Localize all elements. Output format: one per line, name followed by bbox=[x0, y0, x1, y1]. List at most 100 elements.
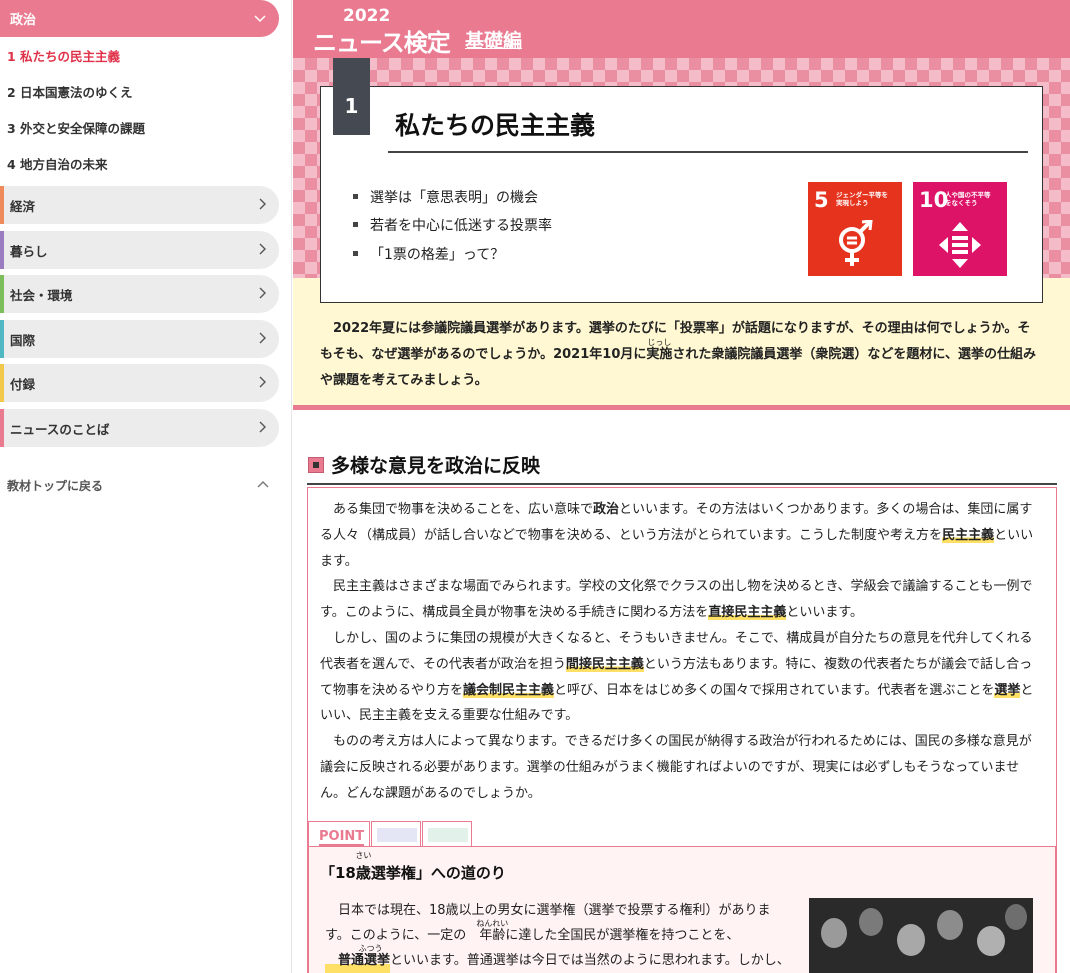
photo-figure bbox=[977, 926, 1005, 956]
sidebar-category-life[interactable]: 暮らし bbox=[0, 231, 279, 269]
paragraph: ある集団で物事を決めることを、広い意味で政治といいます。その方法はいくつかありま… bbox=[320, 497, 1036, 574]
title-segment: 選挙権」への道のり bbox=[370, 864, 506, 882]
reduced-inequalities-icon bbox=[939, 222, 981, 268]
text-segment: 民主主義はさまざまな場面でみられます。学校の文化祭でクラスの出し物を決めるとき、… bbox=[320, 579, 1033, 621]
tab-secondary[interactable] bbox=[371, 821, 421, 847]
sidebar-category-label: 経済 bbox=[10, 198, 36, 214]
chapter-title: 私たちの民主主義 bbox=[395, 111, 596, 140]
paragraph: 民主主義はさまざまな場面でみられます。学校の文化祭でクラスの出し物を決めるとき、… bbox=[320, 574, 1036, 626]
header-bar: 2022 ニュース検定 基礎編 bbox=[293, 0, 1070, 58]
chevron-down-icon bbox=[254, 15, 266, 23]
sidebar-category-label: ニュースのことば bbox=[10, 421, 110, 437]
sidebar-category-label: 付録 bbox=[10, 376, 36, 392]
keyword-highlight: 間接民主主義 bbox=[565, 656, 644, 672]
bullet-text: 選挙は「意思表明」の機会 bbox=[370, 190, 538, 206]
point-title: 「18 さい 歳選挙権」への道のり bbox=[320, 851, 506, 883]
ruby-word: さい歳 bbox=[355, 851, 371, 883]
sidebar-category-news-words[interactable]: ニュースのことば bbox=[0, 409, 279, 447]
bullet-square-icon bbox=[353, 250, 358, 256]
section-divider bbox=[307, 483, 1057, 485]
chevron-right-icon bbox=[259, 421, 266, 433]
category-color-bar bbox=[0, 364, 4, 402]
ruby-word: ねんれい 年齢 bbox=[466, 919, 508, 948]
sidebar-category-label: 暮らし bbox=[10, 243, 48, 259]
sidebar-item-chapter-4[interactable]: 4 地方自治の未来 bbox=[7, 154, 108, 173]
chapter-number: 1 bbox=[333, 58, 370, 135]
paragraph: 日本では現在、18歳以上の男女に選挙権（選挙で投票する権利）があります。このよう… bbox=[325, 898, 793, 973]
sdg-caption-line: ジェンダー平等を bbox=[836, 191, 888, 199]
logo-name: ニュース検定 bbox=[313, 29, 451, 57]
category-color-bar bbox=[0, 275, 4, 313]
sdg-caption-line: 人や国の不平等 bbox=[945, 191, 991, 199]
main-content: 2022 ニュース検定 基礎編 1 私たちの民主主義 選挙は「意思表明」の機会 … bbox=[293, 0, 1070, 973]
tab-tertiary[interactable] bbox=[422, 821, 472, 847]
category-color-bar bbox=[0, 320, 4, 358]
sdg-5-badge: 5 ジェンダー平等を 実現しよう bbox=[808, 182, 902, 276]
sdg-number: 10 bbox=[919, 188, 949, 212]
paragraph: しかし、国のように集団の規模が大きくなると、そうもいきません。そこで、構成員が自… bbox=[320, 626, 1036, 729]
sidebar-category-label: 政治 bbox=[10, 13, 37, 28]
text-segment: と呼び、日本をはじめ多くの国々で採用されています。代表者を選ぶことを bbox=[554, 682, 995, 698]
ruby-word: じっし 実施 bbox=[646, 338, 672, 368]
sdg-10-badge: 10 人や国の不平等 をなくそう bbox=[913, 182, 1007, 276]
photo-figure bbox=[859, 908, 883, 936]
text-segment: に達した全国民が選挙権を持つことを、 bbox=[505, 928, 740, 943]
category-color-bar bbox=[0, 186, 4, 224]
sidebar-category-society[interactable]: 社会・環境 bbox=[0, 275, 279, 313]
ruby-reading: ねんれい bbox=[476, 919, 509, 928]
sidebar-category-label: 国際 bbox=[10, 332, 36, 348]
sdg-caption-line: をなくそう bbox=[945, 199, 978, 207]
text-segment: といいます。 bbox=[786, 605, 864, 621]
tab-point-label: POINT bbox=[319, 829, 365, 846]
bullet-text: 若者を中心に低迷する投票率 bbox=[370, 218, 552, 234]
sidebar-item-chapter-3[interactable]: 3 外交と安全保障の課題 bbox=[7, 118, 145, 137]
keyword-highlight: 民主主義 bbox=[942, 527, 995, 543]
logo-edition: 基礎編 bbox=[465, 30, 523, 52]
chevron-right-icon bbox=[259, 376, 266, 388]
historical-photo bbox=[809, 898, 1033, 973]
intro-lead-text: 2022年夏には参議院議員選挙があります。選挙のたびに「投票率」が話題になります… bbox=[320, 316, 1040, 394]
sdg-caption: ジェンダー平等を 実現しよう bbox=[836, 191, 888, 207]
tab-point[interactable]: POINT bbox=[308, 821, 370, 847]
gender-equality-icon bbox=[839, 220, 873, 266]
ruby-base: 歳 bbox=[355, 864, 371, 882]
chevron-up-icon[interactable] bbox=[256, 478, 270, 492]
sdg-number: 5 bbox=[814, 188, 829, 212]
title-divider bbox=[388, 151, 1028, 153]
section-body: ある集団で物事を決めることを、広い意味で政治といいます。その方法はいくつかありま… bbox=[320, 497, 1036, 807]
keyword-highlight: 議会制民主主義 bbox=[463, 682, 555, 698]
ruby-reading: ふつう bbox=[358, 944, 383, 953]
category-color-bar bbox=[0, 231, 4, 269]
chapter-bullet: 若者を中心に低迷する投票率 bbox=[353, 215, 552, 235]
bold-term: 政治 bbox=[593, 502, 620, 517]
sidebar: 政治 1 私たちの民主主義 2 日本国憲法のゆくえ 3 外交と安全保障の課題 4… bbox=[0, 0, 292, 973]
title-segment: 「18 bbox=[320, 864, 356, 882]
ruby-reading: じっし bbox=[647, 338, 672, 347]
section-marker-icon bbox=[308, 457, 324, 473]
sdg-caption-line: 実現しよう bbox=[836, 199, 869, 207]
section-title: 多様な意見を政治に反映 bbox=[331, 455, 541, 477]
category-color-bar bbox=[0, 409, 4, 447]
chevron-right-icon bbox=[259, 332, 266, 344]
chevron-right-icon bbox=[259, 243, 266, 255]
sdg-caption: 人や国の不平等 をなくそう bbox=[945, 191, 991, 207]
photo-figure bbox=[1005, 904, 1027, 930]
paragraph: ものの考え方は人によって異なります。できるだけ多くの国民が納得する政治が行われる… bbox=[320, 734, 1032, 801]
bullet-square-icon bbox=[353, 193, 358, 199]
sidebar-item-chapter-1[interactable]: 1 私たちの民主主義 bbox=[7, 46, 120, 65]
photo-figure bbox=[821, 918, 847, 948]
chevron-right-icon bbox=[259, 198, 266, 210]
sidebar-category-international[interactable]: 国際 bbox=[0, 320, 279, 358]
sidebar-item-chapter-2[interactable]: 2 日本国憲法のゆくえ bbox=[7, 82, 133, 101]
photo-figure bbox=[897, 924, 925, 956]
text-segment: といいます。普通選挙は今日では当然のように思われます。しかし、日本 bbox=[390, 953, 790, 968]
point-text: 日本では現在、18歳以上の男女に選挙権（選挙で投票する権利）があります。このよう… bbox=[325, 898, 793, 973]
bullet-text: 「1票の格差」って？ bbox=[370, 247, 505, 263]
sidebar-category-economy[interactable]: 経済 bbox=[0, 186, 279, 224]
sidebar-category-politics[interactable]: 政治 bbox=[0, 0, 279, 37]
chapter-bullet: 選挙は「意思表明」の機会 bbox=[353, 187, 538, 207]
sidebar-category-appendix[interactable]: 付録 bbox=[0, 364, 279, 402]
keyword-highlight: ふつう 普通選挙 bbox=[325, 944, 391, 973]
back-to-top-link[interactable]: 教材トップに戻る bbox=[7, 477, 103, 494]
chapter-bullet: 「1票の格差」って？ bbox=[353, 244, 504, 264]
